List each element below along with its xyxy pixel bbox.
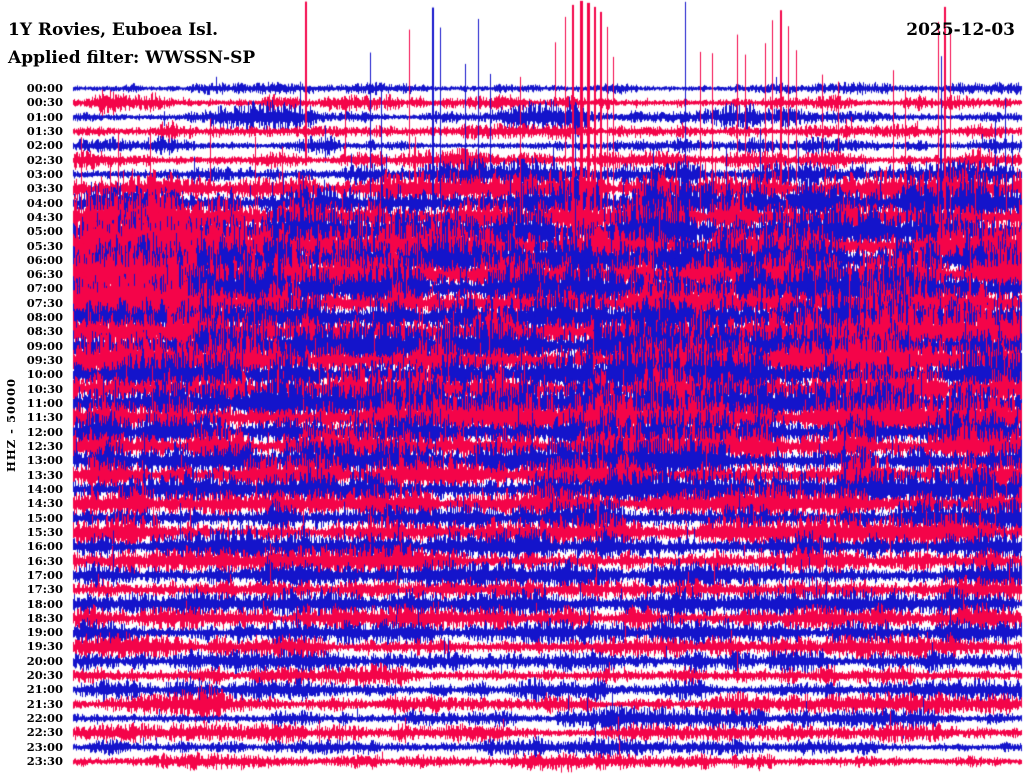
time-label: 15:00: [0, 512, 63, 524]
time-label: 11:00: [0, 397, 63, 409]
time-label: 00:00: [0, 82, 63, 94]
time-label: 22:00: [0, 712, 63, 724]
time-label: 20:00: [0, 655, 63, 667]
time-label: 16:30: [0, 555, 63, 567]
helicorder-canvas: [0, 0, 1024, 780]
time-label: 10:00: [0, 368, 63, 380]
time-label: 04:30: [0, 211, 63, 223]
time-label: 23:00: [0, 741, 63, 753]
time-label: 21:00: [0, 683, 63, 695]
time-label: 06:30: [0, 268, 63, 280]
time-label: 10:30: [0, 383, 63, 395]
time-label: 16:00: [0, 540, 63, 552]
time-label: 19:30: [0, 640, 63, 652]
time-label: 22:30: [0, 726, 63, 738]
time-label: 20:30: [0, 669, 63, 681]
time-label: 14:30: [0, 497, 63, 509]
time-label: 17:30: [0, 583, 63, 595]
time-label: 08:30: [0, 325, 63, 337]
date-label: 2025-12-03: [906, 20, 1015, 40]
time-label: 12:30: [0, 440, 63, 452]
time-label: 09:00: [0, 340, 63, 352]
time-label: 02:30: [0, 154, 63, 166]
time-label: 23:30: [0, 755, 63, 767]
time-label: 09:30: [0, 354, 63, 366]
time-label: 02:00: [0, 139, 63, 151]
time-label: 08:00: [0, 311, 63, 323]
time-label: 17:00: [0, 569, 63, 581]
time-label: 05:00: [0, 225, 63, 237]
time-label: 21:30: [0, 698, 63, 710]
time-label: 07:30: [0, 297, 63, 309]
time-label: 18:00: [0, 598, 63, 610]
time-label: 05:30: [0, 240, 63, 252]
time-label: 01:30: [0, 125, 63, 137]
time-label: 13:30: [0, 469, 63, 481]
helicorder-page: 1Y Rovies, Euboea Isl. Applied filter: W…: [0, 0, 1024, 780]
time-label: 11:30: [0, 411, 63, 423]
time-label: 18:30: [0, 612, 63, 624]
time-label: 04:00: [0, 197, 63, 209]
time-label: 14:00: [0, 483, 63, 495]
time-label: 00:30: [0, 96, 63, 108]
station-title: 1Y Rovies, Euboea Isl.: [8, 20, 218, 40]
time-label: 03:00: [0, 168, 63, 180]
time-label: 13:00: [0, 454, 63, 466]
time-label: 01:00: [0, 111, 63, 123]
time-label: 07:00: [0, 282, 63, 294]
time-label: 12:00: [0, 426, 63, 438]
time-label: 19:00: [0, 626, 63, 638]
time-label: 03:30: [0, 182, 63, 194]
time-label: 15:30: [0, 526, 63, 538]
time-label: 06:00: [0, 254, 63, 266]
filter-label: Applied filter: WWSSN-SP: [8, 48, 255, 68]
